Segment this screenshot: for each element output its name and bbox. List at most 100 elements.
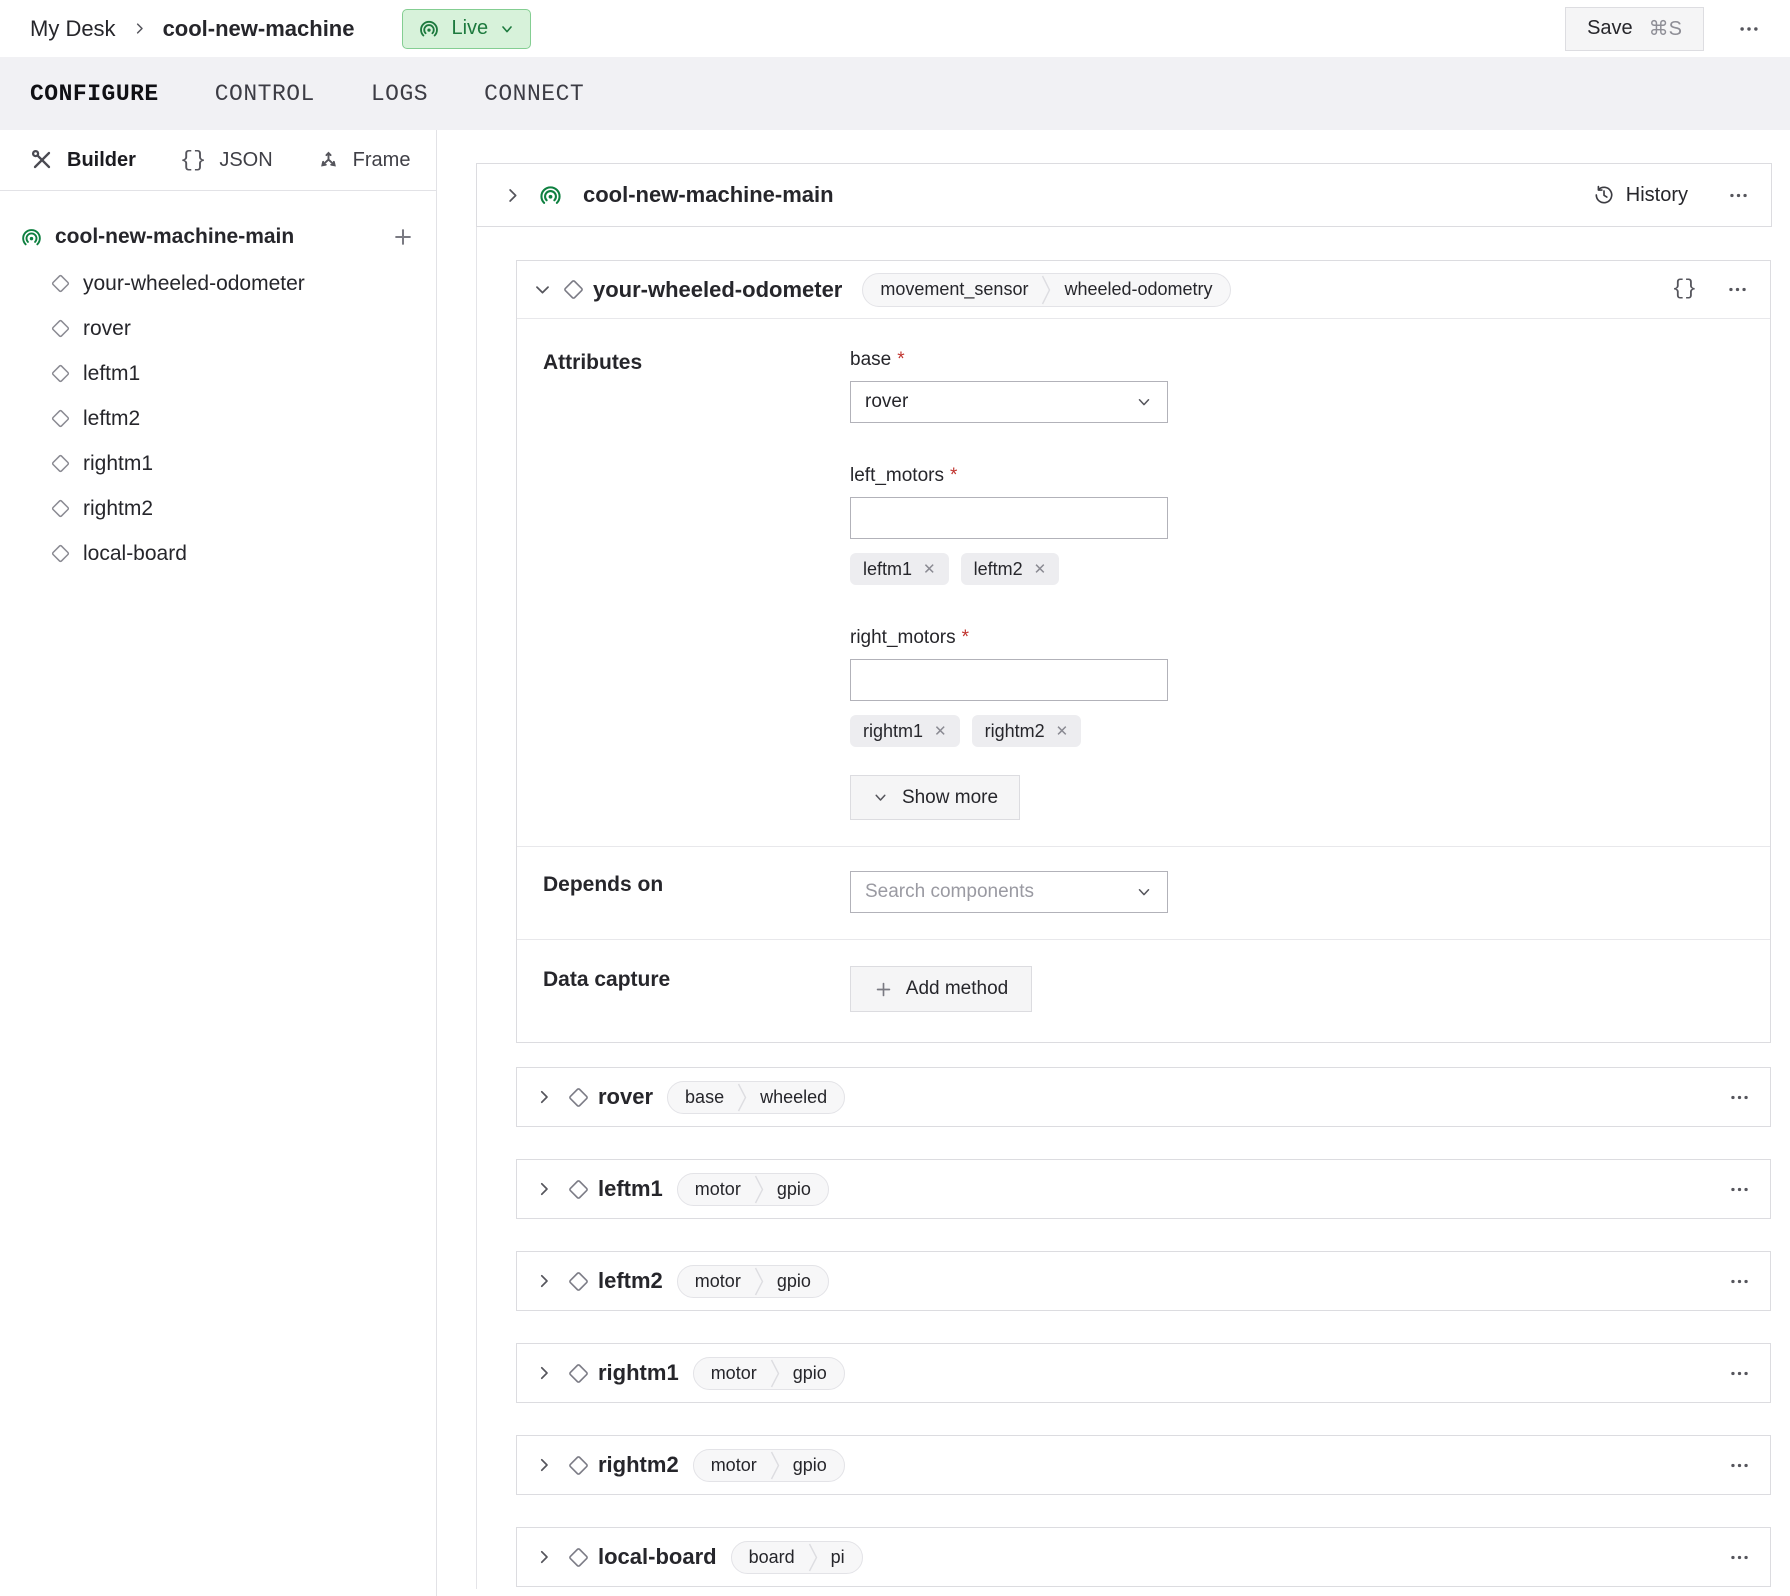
diamond-icon (562, 278, 585, 301)
card-menu-icon[interactable] (1729, 1547, 1750, 1568)
show-more-button[interactable]: Show more (850, 775, 1020, 820)
required-marker: * (897, 349, 904, 371)
mode-builder[interactable]: Builder (30, 148, 136, 172)
diamond-icon (50, 363, 71, 384)
add-method-button[interactable]: Add method (850, 966, 1032, 1012)
resource-type-badge: base wheeled (667, 1081, 845, 1114)
chip-label: rightm2 (985, 721, 1045, 742)
diamond-icon (567, 1546, 590, 1569)
view-mode-switcher: Builder {} JSON Frame (0, 130, 436, 191)
tab-control[interactable]: CONTROL (215, 81, 315, 107)
badge-model: wheeled (747, 1082, 844, 1113)
tree-item-rightm2[interactable]: rightm2 (50, 486, 414, 531)
card-leftm2[interactable]: leftm2 motor gpio (516, 1251, 1771, 1311)
card-menu-icon[interactable] (1728, 185, 1749, 206)
badge-type: base (668, 1082, 737, 1113)
card-rightm1[interactable]: rightm1 motor gpio (516, 1343, 1771, 1403)
chip-label: rightm1 (863, 721, 923, 742)
card-title: rightm1 (598, 1360, 679, 1386)
broadcast-icon (20, 226, 43, 249)
chevron-right-icon (132, 21, 147, 36)
card-menu-icon[interactable] (1729, 1179, 1750, 1200)
tree-item-local-board[interactable]: local-board (50, 531, 414, 576)
breadcrumb-parent[interactable]: My Desk (30, 16, 116, 42)
mode-label: Frame (353, 149, 411, 172)
tools-icon (30, 148, 54, 172)
machine-status-dropdown[interactable]: Live (402, 9, 531, 49)
remove-icon[interactable]: ✕ (934, 722, 947, 740)
card-title: local-board (598, 1544, 717, 1570)
depends-on-select[interactable]: Search components (850, 871, 1168, 913)
tab-connect[interactable]: CONNECT (484, 81, 584, 107)
base-field-label: base (850, 349, 891, 371)
card-local-board[interactable]: local-board board pi (516, 1527, 1771, 1587)
left-motors-input[interactable] (850, 497, 1168, 539)
json-braces-icon[interactable]: {} (1672, 278, 1697, 301)
card-menu-icon[interactable] (1729, 1363, 1750, 1384)
mode-json[interactable]: {} JSON (180, 148, 273, 173)
machine-part-card[interactable]: cool-new-machine-main History (476, 163, 1772, 227)
chevron-right-icon[interactable] (535, 1088, 553, 1106)
card-title: leftm2 (598, 1268, 663, 1294)
chevron-down-icon[interactable] (533, 280, 552, 299)
tree-item-rightm1[interactable]: rightm1 (50, 441, 414, 486)
history-button[interactable]: History (1593, 184, 1688, 207)
tree-root-row[interactable]: cool-new-machine-main (20, 225, 414, 249)
required-marker: * (962, 627, 969, 649)
badge-divider (754, 1174, 764, 1205)
chevron-right-icon[interactable] (503, 186, 522, 205)
badge-model: gpio (764, 1266, 828, 1297)
diamond-icon (50, 408, 71, 429)
chevron-right-icon[interactable] (535, 1548, 553, 1566)
required-marker: * (950, 465, 957, 487)
frame-axes-icon (317, 149, 340, 172)
right-motors-field: right_motors * rightm1 ✕ rightm2 ✕ (850, 627, 1744, 747)
chevron-right-icon[interactable] (535, 1456, 553, 1474)
card-rover[interactable]: rover base wheeled (516, 1067, 1771, 1127)
base-select[interactable]: rover (850, 381, 1168, 423)
tree-item-label: leftm1 (83, 362, 140, 386)
tab-configure[interactable]: CONFIGURE (30, 81, 159, 107)
braces-icon: {} (180, 148, 206, 173)
card-menu-icon[interactable] (1729, 1087, 1750, 1108)
remove-icon[interactable]: ✕ (1034, 560, 1047, 578)
chevron-right-icon[interactable] (535, 1272, 553, 1290)
badge-type: movement_sensor (863, 274, 1041, 306)
chevron-right-icon[interactable] (535, 1180, 553, 1198)
tree-item-leftm2[interactable]: leftm2 (50, 396, 414, 441)
show-more-label: Show more (902, 787, 998, 809)
add-resource-icon[interactable] (392, 226, 414, 248)
remove-icon[interactable]: ✕ (1056, 722, 1069, 740)
right-motors-input[interactable] (850, 659, 1168, 701)
card-leftm1[interactable]: leftm1 motor gpio (516, 1159, 1771, 1219)
chevron-down-icon (872, 789, 889, 806)
tree-item-leftm1[interactable]: leftm1 (50, 351, 414, 396)
diamond-icon (567, 1086, 590, 1109)
main-tab-bar: CONFIGURE CONTROL LOGS CONNECT (0, 57, 1790, 130)
card-menu-icon[interactable] (1729, 1455, 1750, 1476)
diamond-icon (567, 1270, 590, 1293)
tab-logs[interactable]: LOGS (371, 81, 428, 107)
resource-type-badge: motor gpio (693, 1357, 845, 1390)
overflow-menu-icon[interactable] (1738, 18, 1760, 40)
mode-label: Builder (67, 149, 136, 172)
left-motors-field: left_motors * leftm1 ✕ leftm2 ✕ (850, 465, 1744, 585)
remove-icon[interactable]: ✕ (923, 560, 936, 578)
card-rightm2[interactable]: rightm2 motor gpio (516, 1435, 1771, 1495)
resource-type-badge: motor gpio (693, 1449, 845, 1482)
mode-frame[interactable]: Frame (317, 149, 411, 172)
save-button[interactable]: Save ⌘S (1565, 7, 1704, 51)
data-capture-label: Data capture (543, 966, 850, 1012)
badge-model: gpio (780, 1358, 844, 1389)
diamond-icon (50, 318, 71, 339)
plus-icon (874, 980, 893, 999)
card-menu-icon[interactable] (1727, 279, 1748, 300)
chip-label: leftm1 (863, 559, 912, 580)
odometer-card-header[interactable]: your-wheeled-odometer movement_sensor wh… (517, 261, 1770, 319)
card-menu-icon[interactable] (1729, 1271, 1750, 1292)
chevron-right-icon[interactable] (535, 1364, 553, 1382)
tree-item-rover[interactable]: rover (50, 306, 414, 351)
badge-type: motor (694, 1358, 770, 1389)
mode-label: JSON (219, 149, 272, 172)
tree-item-odometer[interactable]: your-wheeled-odometer (50, 261, 414, 306)
